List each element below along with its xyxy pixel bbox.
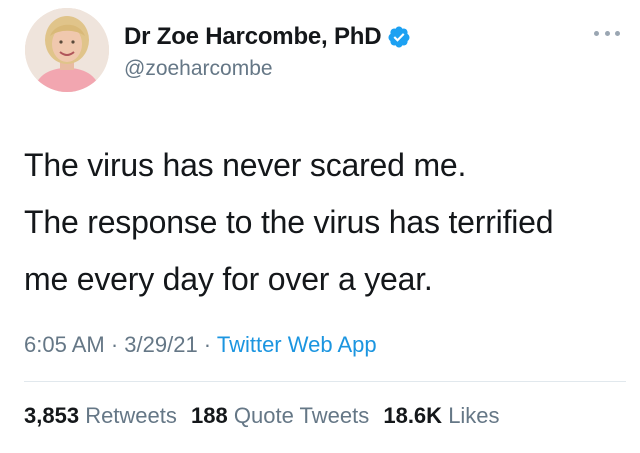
engagement-stats: 3,853 Retweets 188 Quote Tweets 18.6K Li… bbox=[24, 403, 508, 429]
tweet-text-line: The virus has never scared me. bbox=[24, 147, 467, 183]
tweet-metadata: 6:05 AM · 3/29/21 · Twitter Web App bbox=[24, 332, 377, 358]
author-display-name[interactable]: Dr Zoe Harcombe, PhD bbox=[124, 23, 382, 51]
more-dot bbox=[604, 30, 610, 36]
meta-separator: · bbox=[104, 332, 125, 357]
avatar[interactable] bbox=[25, 8, 109, 92]
tweet-text-line: me every day for over a year. bbox=[24, 261, 433, 297]
quote-tweets-count: 188 bbox=[191, 403, 228, 428]
quote-tweets-label: Quote Tweets bbox=[233, 403, 370, 428]
author-handle[interactable]: @zoeharcombe bbox=[124, 57, 273, 81]
tweet-time[interactable]: 6:05 AM bbox=[24, 332, 105, 357]
retweets-count: 3,853 bbox=[24, 403, 80, 428]
more-dot bbox=[594, 30, 599, 36]
verified-badge-icon bbox=[388, 26, 410, 48]
likes-label: Likes bbox=[448, 403, 500, 428]
tweet-text-line: The response to the virus has terrified bbox=[24, 204, 554, 240]
tweet-text: The virus has never scared me. The respo… bbox=[24, 137, 624, 308]
tweet-card: Dr Zoe Harcombe, PhD @zoeharcombe The vi… bbox=[0, 0, 640, 453]
divider bbox=[24, 381, 626, 382]
tweet-date[interactable]: 3/29/21 bbox=[124, 332, 197, 357]
more-options-icon[interactable] bbox=[594, 28, 620, 38]
likes-count: 18.6K bbox=[383, 403, 443, 428]
likes-stat[interactable]: 18.6K Likes bbox=[383, 403, 499, 428]
quote-tweets-stat[interactable]: 188 Quote Tweets bbox=[191, 403, 369, 428]
author-name-row[interactable]: Dr Zoe Harcombe, PhD bbox=[124, 22, 411, 52]
more-dot bbox=[615, 30, 620, 36]
tweet-source-link[interactable]: Twitter Web App bbox=[217, 332, 377, 357]
retweets-stat[interactable]: 3,853 Retweets bbox=[24, 403, 177, 428]
avatar-photo-icon bbox=[25, 8, 109, 92]
meta-separator: · bbox=[197, 332, 217, 357]
retweets-label: Retweets bbox=[85, 403, 177, 428]
